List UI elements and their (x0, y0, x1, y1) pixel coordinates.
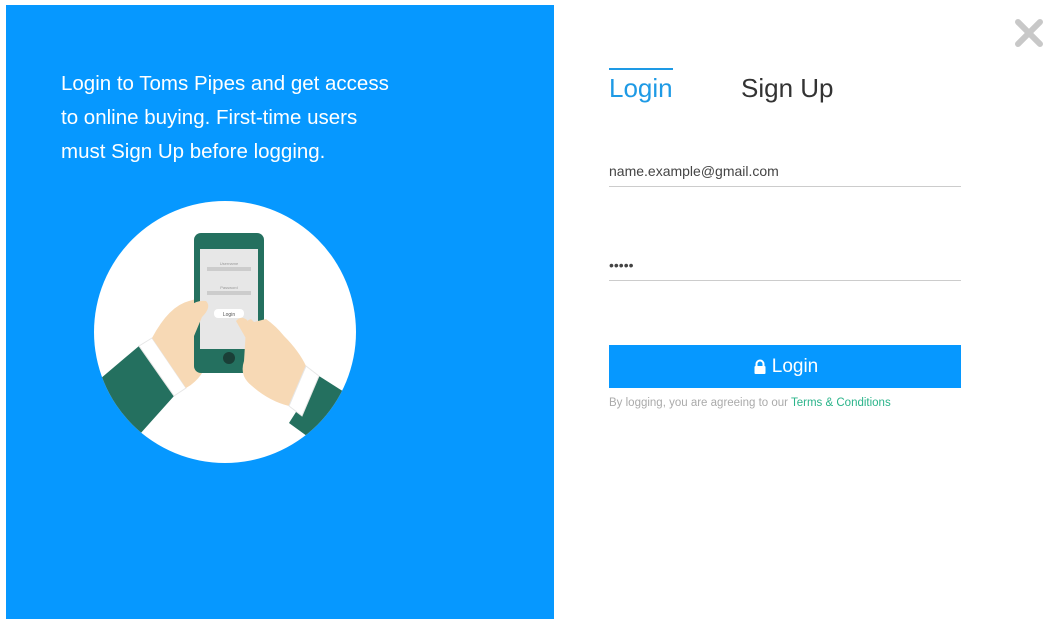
login-button-label: Login (771, 355, 819, 377)
login-modal: Login to Toms Pipes and get access to on… (0, 0, 1046, 619)
phone-field-password: Password (220, 285, 238, 290)
close-icon (1015, 19, 1043, 47)
phone-login-illustration: Username Password Login (94, 201, 356, 463)
lock-icon (754, 359, 766, 374)
password-field[interactable] (609, 252, 961, 278)
email-field[interactable] (609, 158, 961, 184)
terms-prefix: By logging, you are agreeing to our (609, 397, 791, 409)
phone-login-button: Login (223, 312, 235, 318)
terms-notice: By logging, you are agreeing to our Term… (609, 397, 891, 409)
promo-panel: Login to Toms Pipes and get access to on… (6, 5, 554, 619)
close-button[interactable] (1012, 16, 1046, 50)
promo-text: Login to Toms Pipes and get access to on… (61, 72, 389, 163)
password-field-wrapper (609, 252, 961, 281)
phone-field-username: Username (220, 261, 239, 266)
tab-signup[interactable]: Sign Up (741, 68, 834, 104)
email-field-wrapper (609, 158, 961, 187)
tab-login[interactable]: Login (609, 68, 673, 104)
login-button[interactable]: Login (609, 345, 961, 388)
terms-link[interactable]: Terms & Conditions (791, 397, 891, 409)
